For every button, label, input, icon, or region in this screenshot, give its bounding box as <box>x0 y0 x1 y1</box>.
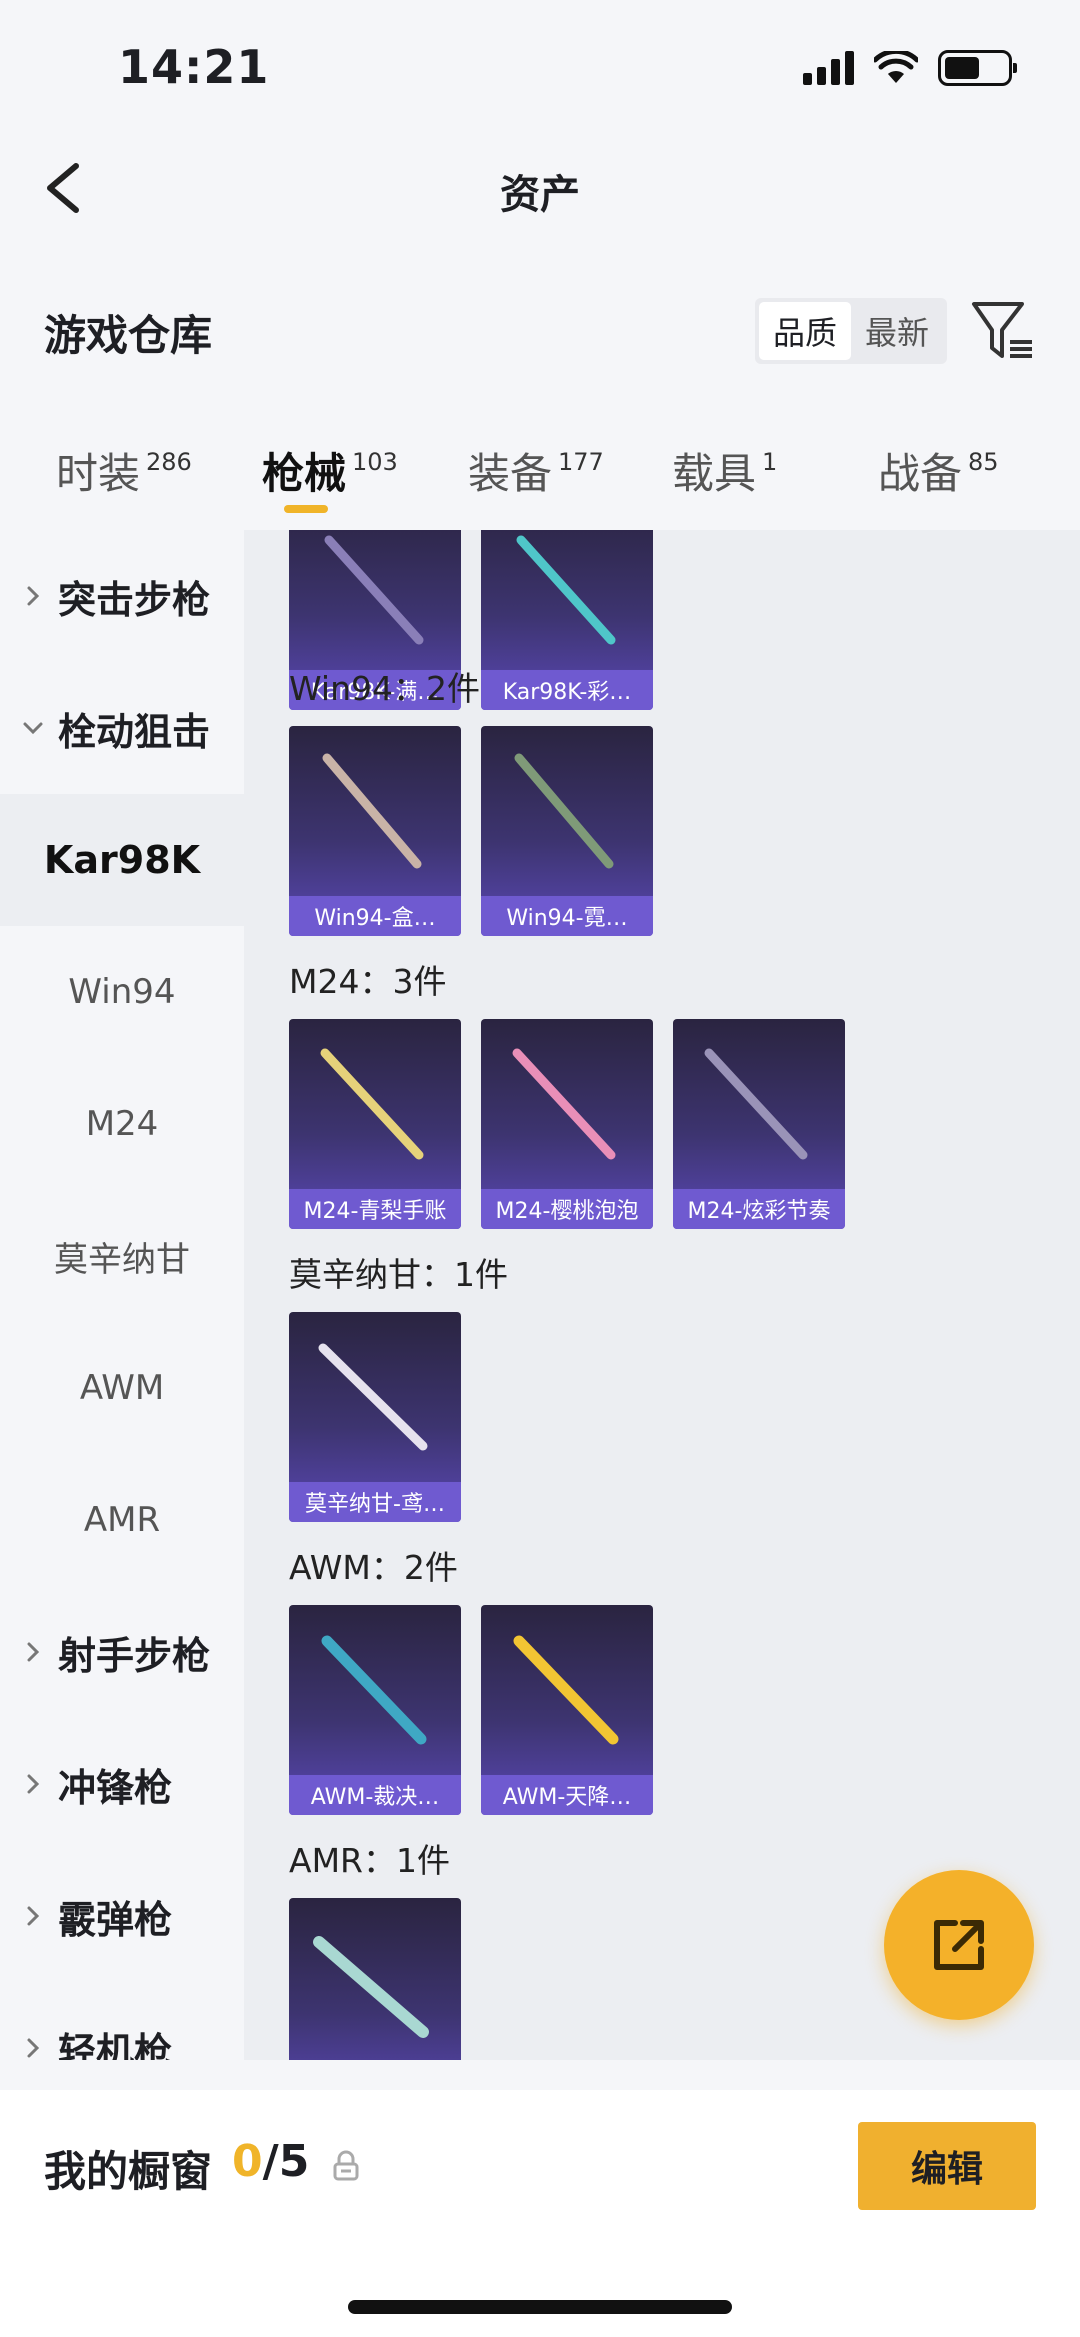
rifle-icon <box>321 1635 427 1745</box>
weapon-name: 莫辛纳甘-鸢… <box>289 1482 461 1522</box>
weapon-name: M24-樱桃泡泡 <box>481 1189 653 1229</box>
weapon-list: Kar98K-满… Kar98K-彩… Win94：2件 Win94-盒… Wi… <box>244 530 1080 2060</box>
weapon-card[interactable]: Win94-霓… <box>481 726 653 936</box>
rifle-icon <box>513 1635 619 1745</box>
weapon-card[interactable] <box>289 1898 461 2060</box>
weapon-name: AWM-天降… <box>481 1775 653 1815</box>
sidebar-item-shotgun[interactable]: 霰弹枪 <box>0 1850 244 1982</box>
weapon-name: Win94-霓… <box>481 896 653 936</box>
active-tab-indicator <box>284 505 328 513</box>
weapon-card[interactable]: AWM-天降… <box>481 1605 653 1815</box>
rifle-icon <box>516 535 616 645</box>
weapon-name: Win94-盒… <box>289 896 461 936</box>
rifle-icon <box>514 753 614 869</box>
sort-option-latest[interactable]: 最新 <box>851 302 943 360</box>
tab-firearms[interactable]: 枪械 103 <box>262 440 398 501</box>
battery-icon <box>938 50 1017 86</box>
nav-bar: 资产 <box>0 140 1080 240</box>
sidebar-item-win94[interactable]: Win94 <box>0 926 244 1058</box>
rifle-icon <box>322 753 422 869</box>
weapon-card[interactable]: M24-青梨手账 <box>289 1019 461 1229</box>
weapon-name: M24-青梨手账 <box>289 1189 461 1229</box>
tab-vehicles[interactable]: 载具 1 <box>672 440 777 501</box>
sidebar-item-smg[interactable]: 冲锋枪 <box>0 1718 244 1850</box>
sidebar-item-kar98k[interactable]: Kar98K <box>0 794 244 926</box>
sort-option-quality[interactable]: 品质 <box>759 302 851 360</box>
lock-icon <box>333 2150 359 2181</box>
home-indicator <box>348 2300 732 2314</box>
rifle-icon <box>512 1048 616 1160</box>
showcase-count: 0/5 <box>232 2136 310 2187</box>
weapon-card[interactable]: M24-炫彩节奏 <box>673 1019 845 1229</box>
group-label-amr: AMR：1件 <box>289 1841 450 1880</box>
sidebar-item-assault-rifle[interactable]: 突击步枪 <box>0 530 244 662</box>
tab-combat-gear[interactable]: 战备 85 <box>878 440 999 501</box>
rifle-icon <box>318 1343 428 1451</box>
weapon-card[interactable]: M24-樱桃泡泡 <box>481 1019 653 1229</box>
sidebar-item-lmg[interactable]: 轻机枪 <box>0 1982 244 2060</box>
group-label-win94: Win94：2件 <box>289 669 480 708</box>
weapon-card[interactable]: Win94-盒… <box>289 726 461 936</box>
status-time: 14:21 <box>118 40 270 94</box>
weapon-card[interactable]: AWM-裁决… <box>289 1605 461 1815</box>
chevron-right-icon <box>27 1906 40 1926</box>
weapon-name: Kar98K-彩… <box>481 670 653 710</box>
chevron-right-icon <box>27 1774 40 1794</box>
chevron-right-icon <box>27 1642 40 1662</box>
rifle-icon <box>313 1936 429 2038</box>
cellular-signal-icon <box>803 51 854 85</box>
sort-toggle: 品质 最新 <box>755 298 947 364</box>
group-label-m24: M24：3件 <box>289 962 447 1001</box>
category-tabs: 时装 286 枪械 103 装备 177 载具 1 战备 85 <box>0 420 1080 530</box>
edit-button[interactable]: 编辑 <box>858 2122 1036 2210</box>
tab-fashion[interactable]: 时装 286 <box>56 440 192 501</box>
sidebar-item-m24[interactable]: M24 <box>0 1058 244 1190</box>
share-button[interactable] <box>884 1870 1034 2020</box>
weapon-name: M24-炫彩节奏 <box>673 1189 845 1229</box>
warehouse-header: 游戏仓库 品质 最新 <box>0 280 1080 390</box>
status-icons <box>803 50 1017 86</box>
chevron-down-icon <box>23 722 43 735</box>
external-link-icon <box>934 1920 984 1970</box>
showcase-label: 我的橱窗 <box>44 2147 213 2196</box>
group-label-awm: AWM：2件 <box>289 1548 458 1587</box>
chevron-right-icon <box>27 2038 40 2058</box>
rifle-icon <box>320 1048 424 1160</box>
page-title: 资产 <box>500 172 580 218</box>
weapon-card[interactable]: 莫辛纳甘-鸢… <box>289 1312 461 1522</box>
warehouse-title: 游戏仓库 <box>44 311 213 360</box>
group-label-mosin: 莫辛纳甘：1件 <box>289 1255 508 1294</box>
rifle-icon <box>704 1048 808 1160</box>
filter-icon[interactable] <box>970 298 1036 364</box>
weapon-card[interactable]: Kar98K-彩… <box>481 530 653 710</box>
wifi-icon <box>874 51 918 83</box>
sidebar: 突击步枪 栓动狙击 Kar98K Win94 M24 莫辛纳甘 AWM AMR … <box>0 530 244 2060</box>
status-bar: 14:21 <box>0 0 1080 140</box>
tab-equipment[interactable]: 装备 177 <box>468 440 604 501</box>
sidebar-item-bolt-sniper[interactable]: 栓动狙击 <box>0 662 244 794</box>
sidebar-item-marksman-rifle[interactable]: 射手步枪 <box>0 1586 244 1718</box>
sidebar-item-awm[interactable]: AWM <box>0 1322 244 1454</box>
sidebar-item-mosin[interactable]: 莫辛纳甘 <box>0 1190 244 1322</box>
chevron-right-icon <box>27 586 40 606</box>
weapon-name: AWM-裁决… <box>289 1775 461 1815</box>
rifle-icon <box>324 535 424 645</box>
sidebar-item-amr[interactable]: AMR <box>0 1454 244 1586</box>
